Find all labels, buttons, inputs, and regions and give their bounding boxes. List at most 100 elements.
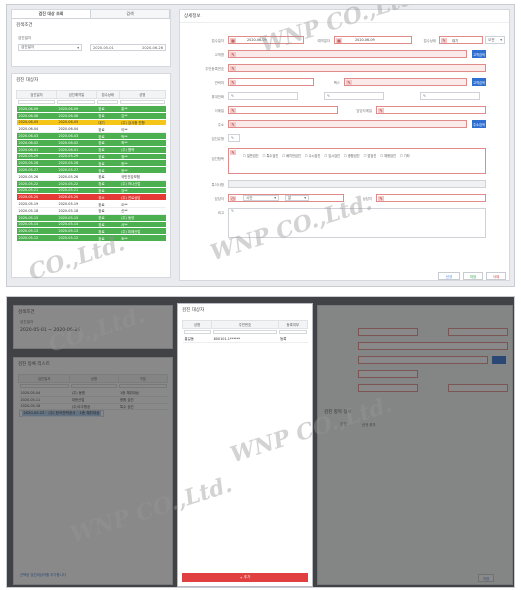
- time-select[interactable]: 오전 ▾: [485, 36, 505, 44]
- receipt-date-input[interactable]: ▦ 2020-06-09: [228, 36, 304, 44]
- remarks-textarea[interactable]: ✎: [228, 208, 486, 238]
- table-cell: 2020-05-28: [16, 159, 57, 168]
- delete-button[interactable]: 삭제: [486, 272, 506, 280]
- table-row[interactable]: 2020-06-08 2020-06-08 완료 김**: [16, 112, 166, 120]
- table-row[interactable]: 2020-05-28 2020-05-28 완료 한**: [16, 159, 166, 168]
- new-button[interactable]: 신규: [438, 272, 460, 280]
- detail-row-date: 접수일자 ▦ 2020-06-09 예약일자 ▦ 2020-06-09 접수상태…: [194, 36, 505, 45]
- table-cell: 2020-06-09: [56, 105, 97, 113]
- exam-checkbox[interactable]: ☐ 채용검진: [380, 153, 396, 158]
- table-row[interactable]: 2020-06-09 2020-06-09 완료 홍**: [16, 105, 166, 113]
- date-range-input[interactable]: 2020-05-01 2020-06-26: [90, 44, 166, 51]
- table-row[interactable]: 2020-05-20 2020-05-20 취소 (주) 진료상담: [16, 193, 166, 202]
- resident-number-input[interactable]: ✎: [228, 64, 486, 72]
- table-row[interactable]: 2020-06-05 2020-06-05 대기 (주) 검사중 진행: [16, 119, 166, 127]
- exam-checkbox[interactable]: ☐ 일반검진: [243, 153, 259, 158]
- grid-filter-cell[interactable]: [278, 328, 308, 336]
- table-cell: 완료: [96, 166, 120, 174]
- mobile-input-2[interactable]: ✎: [324, 92, 384, 100]
- tab-patient-list[interactable]: 검진 대상 조회: [12, 10, 91, 18]
- phone-input[interactable]: ✎: [228, 78, 314, 86]
- table-cell: 2020-05-14: [16, 221, 57, 229]
- table-row[interactable]: 2020-05-14 2020-05-14 완료 서**: [16, 221, 166, 229]
- calendar-icon: ▦: [336, 38, 342, 43]
- detail-row-checks: 검진항목 ✎ ☐ 일반검진 ☐ 특수검진 ☐ 배치전검진 ☐ 수시검진 ☐ 임시…: [194, 148, 503, 174]
- save-button[interactable]: 저장: [463, 272, 483, 280]
- field-label: 상담자: [362, 197, 372, 201]
- status-select[interactable]: ✎ 대기: [439, 36, 483, 44]
- detail-row-type: 검진유형 ✎: [194, 134, 503, 143]
- customer-search-button[interactable]: 고객검색: [472, 50, 486, 58]
- grid-filter-cell[interactable]: [56, 98, 97, 106]
- email-input[interactable]: ✎: [228, 106, 338, 114]
- table-row[interactable]: 2020-06-04 2020-06-04 완료 이**: [16, 125, 166, 134]
- edit-icon: ✎: [230, 66, 236, 71]
- table-cell: 2020-05-28: [56, 159, 97, 168]
- table-row[interactable]: 2020-05-12 2020-05-12 완료 조**: [16, 234, 166, 242]
- exam-checkbox[interactable]: ☐ 임시검진: [324, 153, 340, 158]
- exam-checkbox[interactable]: ☐ 배치전검진: [282, 153, 301, 158]
- table-row[interactable]: 2020-05-26 2020-05-26 완료 국민건강보험: [16, 173, 166, 181]
- column-header[interactable]: 접수상태: [95, 90, 120, 99]
- column-header[interactable]: 등록여부: [277, 320, 309, 329]
- table-row[interactable]: 홍길동 800101-1****** 등록: [182, 335, 308, 343]
- table-row[interactable]: 2020-05-27 2020-05-27 완료 윤**: [16, 166, 166, 174]
- exam-checkbox[interactable]: ☐ 종합검진: [344, 153, 360, 158]
- table-cell: 완료: [96, 227, 120, 236]
- table-cell: 2020-05-15: [16, 214, 57, 222]
- exam-checkbox[interactable]: ☐ 특수검진: [263, 153, 279, 158]
- table-row[interactable]: 2020-05-22 2020-05-22 완료 (주) 하나산업: [16, 180, 166, 188]
- hour-select[interactable]: 시간 ▾: [243, 195, 279, 201]
- address-input[interactable]: ✎: [228, 120, 467, 128]
- type-edit-button[interactable]: ✎: [228, 134, 240, 142]
- exam-checkbox-group: ☐ 일반검진 ☐ 특수검진 ☐ 배치전검진 ☐ 수시검진 ☐ 임시검진 ☐ 종합…: [243, 153, 481, 158]
- modal-add-button[interactable]: + 추가: [182, 573, 308, 582]
- exam-checkbox[interactable]: ☐ 암검진: [364, 153, 377, 158]
- table-row[interactable]: 2020-06-01 2020-06-01 완료 (주) 협력: [16, 146, 166, 154]
- column-header[interactable]: 성명: [181, 320, 213, 329]
- table-row[interactable]: 2020-05-13 2020-05-13 완료 (주) 미래산업: [16, 227, 166, 236]
- tab-search[interactable]: 검색: [91, 10, 170, 18]
- table-cell: 2020-05-15: [56, 214, 97, 222]
- table-cell: 2020-05-13: [56, 227, 97, 236]
- date-to-value: 2020-06-26: [142, 45, 163, 50]
- table-cell: 2020-06-02: [56, 139, 97, 147]
- customer-name-input[interactable]: ✎: [228, 50, 467, 58]
- manager-email-input[interactable]: ✎: [376, 106, 486, 114]
- grid-filter-cell[interactable]: [182, 328, 212, 336]
- phone-search-button[interactable]: 고객검색: [472, 78, 486, 86]
- table-row[interactable]: 2020-05-29 2020-05-29 완료 정**: [16, 153, 166, 161]
- table-row[interactable]: 2020-05-15 2020-05-15 완료 (주) 동양: [16, 214, 166, 222]
- exam-checkbox[interactable]: ☐ 수시검진: [305, 153, 321, 158]
- fax-input[interactable]: ✎: [344, 78, 467, 86]
- address-search-button[interactable]: 주소검색: [472, 120, 486, 128]
- mobile-input[interactable]: ✎: [228, 92, 298, 100]
- grid-filter-cell[interactable]: [16, 98, 57, 106]
- filter-type-select[interactable]: 검진일자 ▾: [18, 44, 82, 51]
- column-header[interactable]: 성명: [118, 90, 166, 99]
- column-header[interactable]: 검진일자: [16, 90, 57, 99]
- table-cell: 2020-05-13: [16, 227, 57, 236]
- consultant-input[interactable]: ✎: [376, 194, 486, 202]
- grid-filter-cell[interactable]: [96, 98, 120, 106]
- table-cell: 2020-05-19: [16, 200, 57, 208]
- search-title: 검색조건: [16, 23, 33, 28]
- column-header[interactable]: 검진예약일: [55, 90, 97, 99]
- table-row[interactable]: 2020-05-18 2020-05-18 완료 신**: [16, 207, 166, 215]
- table-row[interactable]: 2020-06-03 2020-06-03 완료 박**: [16, 132, 166, 140]
- grid-filter-cell[interactable]: [211, 328, 279, 336]
- exam-checkbox[interactable]: ☐ 기타: [400, 153, 410, 158]
- table-cell: 2020-06-05: [16, 119, 57, 127]
- table-cell: (주) 하나산업: [119, 180, 166, 188]
- table-row[interactable]: 2020-05-19 2020-05-19 완료 오**: [16, 200, 166, 208]
- screenshot-add-patient-modal: 검색조건 검진일자 2020-05-01 ~ 2020-06-26 검진 등록 …: [6, 296, 515, 588]
- table-row[interactable]: 2020-06-02 2020-06-02 완료 최**: [16, 139, 166, 147]
- minute-select[interactable]: 분 ▾: [285, 195, 309, 201]
- reserve-date-input[interactable]: ▦ 2020-06-09: [334, 36, 412, 44]
- mobile-input-3[interactable]: ✎: [420, 92, 480, 100]
- table-row[interactable]: 2020-05-21 2020-05-21 완료 강**: [16, 187, 166, 195]
- column-header[interactable]: 주민번호: [211, 320, 279, 329]
- grid-filter-cell[interactable]: [119, 98, 166, 106]
- table-cell: 조**: [119, 234, 166, 242]
- note-input[interactable]: [228, 180, 486, 188]
